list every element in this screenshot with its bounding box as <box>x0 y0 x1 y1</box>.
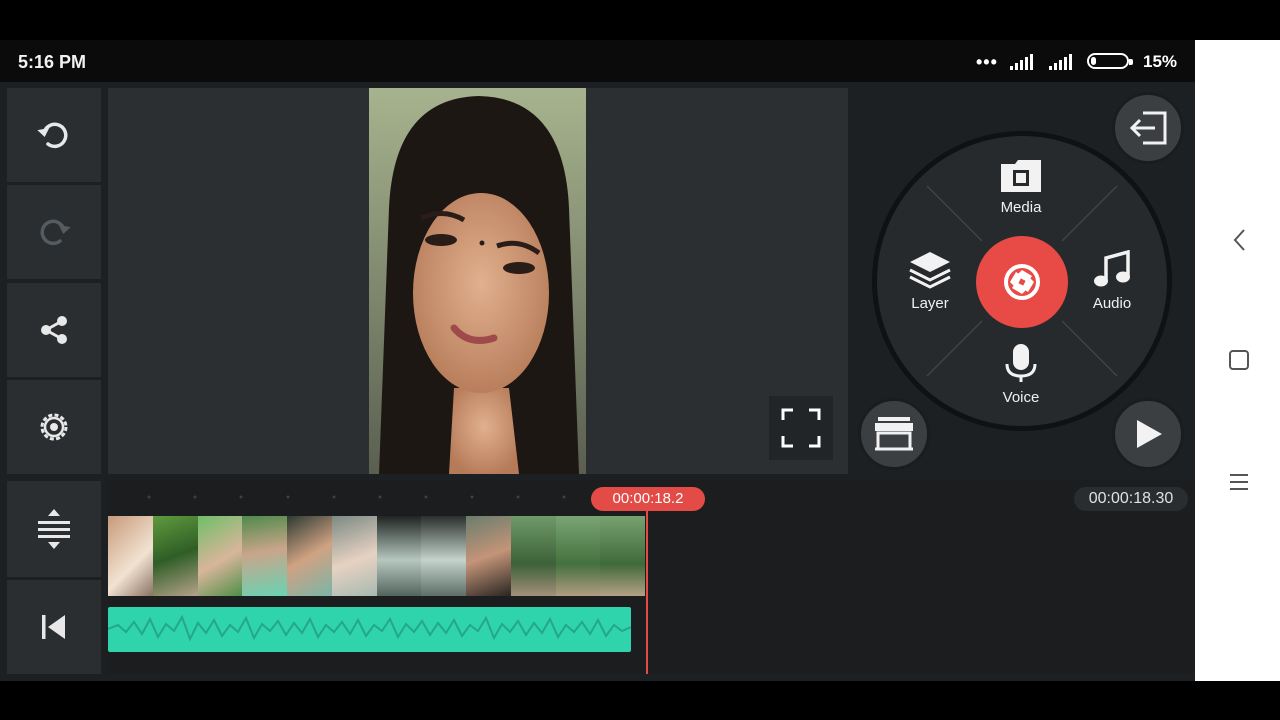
playhead[interactable] <box>646 509 648 674</box>
status-time: 5:16 PM <box>18 52 87 72</box>
clip-thumbnail <box>466 516 511 596</box>
video-clip[interactable] <box>108 516 645 596</box>
asset-store-button[interactable] <box>858 398 930 470</box>
battery-icon <box>1087 53 1133 69</box>
camera-aperture-icon <box>1004 264 1040 300</box>
media-button[interactable]: Media <box>976 158 1066 216</box>
play-icon <box>1137 420 1162 448</box>
battery-percent: 15% <box>1143 52 1178 71</box>
clip-thumbnail <box>242 516 287 596</box>
clip-thumbnail <box>421 516 466 596</box>
signal-icon <box>1010 54 1033 70</box>
exit-button[interactable] <box>1112 92 1184 164</box>
media-icon <box>1001 160 1041 192</box>
redo-icon <box>40 219 71 246</box>
fullscreen-icon <box>781 408 821 448</box>
skip-to-start-button[interactable] <box>7 580 101 674</box>
settings-icon <box>40 413 68 441</box>
layer-icon <box>909 252 951 289</box>
layer-button[interactable]: Layer <box>885 250 975 312</box>
clip-thumbnail <box>152 516 198 596</box>
voice-label: Voice <box>1002 389 1040 406</box>
expand-timeline-icon <box>38 509 70 549</box>
back-icon[interactable] <box>1232 228 1248 252</box>
store-icon <box>875 417 913 451</box>
notification-dots: ••• <box>976 52 998 72</box>
audio-waveform <box>108 614 631 642</box>
audio-clip[interactable] <box>108 607 631 652</box>
clip-thumbnail <box>555 516 601 596</box>
home-icon[interactable] <box>1228 349 1250 371</box>
clip-thumbnail <box>600 516 645 596</box>
exit-icon <box>1129 111 1167 145</box>
expand-timeline-button[interactable] <box>7 481 101 577</box>
audio-label: Audio <box>1092 295 1132 312</box>
fullscreen-button[interactable] <box>769 396 833 460</box>
undo-icon <box>37 122 68 149</box>
layer-label: Layer <box>911 295 949 312</box>
media-label: Media <box>1000 199 1042 216</box>
share-icon <box>41 316 67 344</box>
clip-thumbnail <box>331 516 377 596</box>
skip-to-start-icon <box>42 615 65 639</box>
microphone-icon <box>1005 344 1037 382</box>
clip-thumbnail <box>287 516 332 596</box>
redo-button[interactable] <box>7 185 101 279</box>
timeline-ruler <box>147 495 566 499</box>
play-button[interactable] <box>1112 398 1184 470</box>
preview-frame-image <box>369 88 586 474</box>
music-note-icon <box>1094 249 1130 287</box>
undo-button[interactable] <box>7 88 101 182</box>
signal-icon-2 <box>1049 54 1072 70</box>
clip-thumbnail <box>197 516 243 596</box>
clip-thumbnail <box>510 516 556 596</box>
audio-button[interactable]: Audio <box>1067 249 1157 312</box>
recents-icon[interactable] <box>1228 472 1250 492</box>
voice-button[interactable]: Voice <box>976 342 1066 406</box>
share-button[interactable] <box>7 283 101 377</box>
clip-thumbnail <box>108 516 153 596</box>
settings-button[interactable] <box>7 380 101 474</box>
capture-button[interactable] <box>976 236 1068 328</box>
current-time: 00:00:18.2 <box>591 487 705 511</box>
clip-thumbnail <box>376 516 422 596</box>
total-duration: 00:00:18.30 <box>1074 487 1188 511</box>
